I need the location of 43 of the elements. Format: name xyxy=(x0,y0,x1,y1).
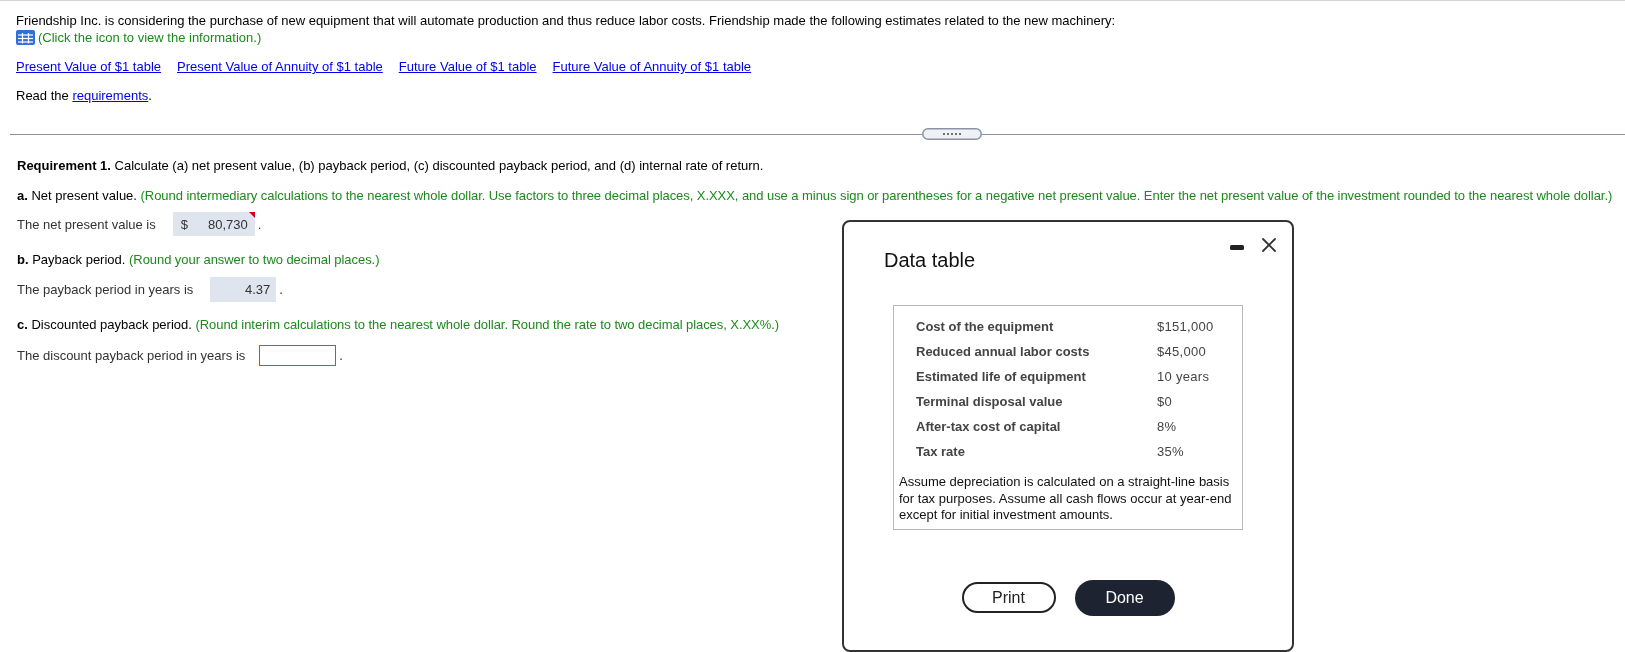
requirement-heading: Requirement 1. Calculate (a) net present value, (b) payback period, (c) discounted payback period, and (d) internal rate of return. xyxy=(17,157,765,174)
row-value: $45,000 xyxy=(1157,344,1207,359)
info-hint: (Click the icon to view the information.) xyxy=(38,30,262,45)
instruction-text: (Round intermediary calculations to the nearest whole dollar. Use factors to three decimal places, X.XXX, and use a minus sign or parentheses for a negative net present value. Enter the net present value of the investment rounded to the nearest whole dollar.) xyxy=(140,188,1613,203)
answer-field[interactable]: 4.37 xyxy=(210,277,277,302)
question-prompt: The payback period in years is xyxy=(17,282,194,297)
problem-statement: Friendship Inc. is considering the purchase of new equipment that will automate production and thus reduce labor costs. Friendship made the following estimates related to the new machinery: xyxy=(16,12,1117,29)
row-label: Tax rate xyxy=(916,444,965,459)
instruction-text: (Round your answer to two decimal places.) xyxy=(129,252,380,267)
sentence-period: . xyxy=(339,348,343,363)
row-value: 8% xyxy=(1157,419,1177,434)
table-note: Assume depreciation is calculated on a straight-line basis for tax purposes. Assume all cash flows occur at year-end except for initial investment amounts. xyxy=(898,474,1233,524)
row-label: Reduced annual labor costs xyxy=(916,344,1090,359)
table-link[interactable]: Present Value of Annuity of $1 table xyxy=(177,58,383,75)
table-link[interactable]: Future Value of $1 table xyxy=(398,58,537,75)
question-prompt: The net present value is xyxy=(17,216,156,232)
dialog-button[interactable]: Print xyxy=(961,582,1056,613)
instruction-text: (Round interim calculations to the nearest whole dollar. Round the rate to two decimal places, X.XX%.) xyxy=(195,317,780,332)
table-icon[interactable] xyxy=(16,30,35,45)
table-link[interactable]: Present Value of $1 table xyxy=(16,58,162,75)
row-value: $0 xyxy=(1157,394,1173,409)
row-value: $151,000 xyxy=(1157,319,1214,334)
question-prompt: The discount payback period in years is xyxy=(17,348,246,363)
row-value: 35% xyxy=(1157,444,1184,459)
table-link[interactable]: Future Value of Annuity of $1 table xyxy=(552,58,752,75)
answer-field[interactable]: $ 80,730 xyxy=(172,212,255,236)
row-value: 10 years xyxy=(1157,369,1210,384)
sentence-period: . xyxy=(279,282,283,297)
row-label: Estimated life of equipment xyxy=(916,369,1086,384)
minimize-icon[interactable] xyxy=(1230,244,1244,250)
question-heading: c. Discounted payback period. xyxy=(17,317,192,332)
row-label: Terminal disposal value xyxy=(916,394,1063,409)
answer-field[interactable] xyxy=(259,345,337,366)
question-heading: b. Payback period. xyxy=(17,252,126,267)
drag-handle-icon[interactable] xyxy=(922,128,982,140)
row-label: After-tax cost of capital xyxy=(916,419,1061,434)
requirements-sentence: Read the requirements. xyxy=(16,87,153,104)
sentence-period: . xyxy=(257,216,262,232)
row-label: Cost of the equipment xyxy=(916,319,1054,334)
question-heading: a. Net present value. xyxy=(17,188,137,203)
close-icon[interactable] xyxy=(1262,238,1276,252)
dialog-title: Data table xyxy=(884,248,976,272)
dialog-button[interactable]: Done xyxy=(1074,579,1175,616)
